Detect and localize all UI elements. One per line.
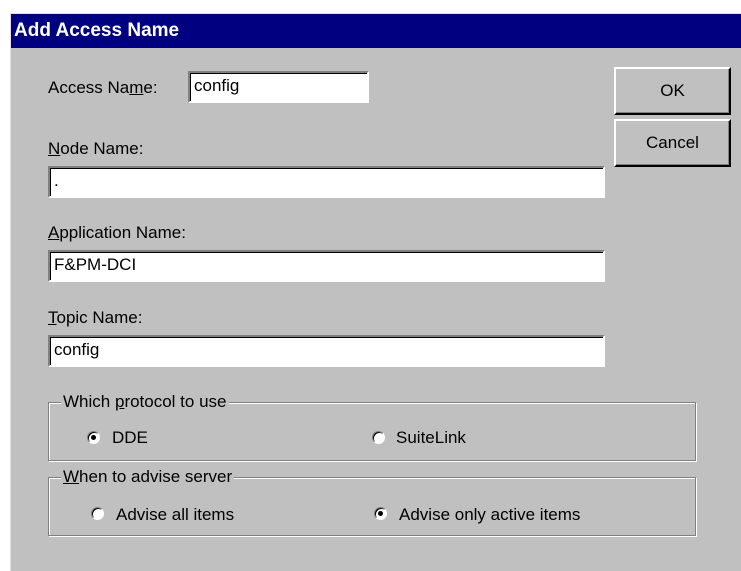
suitelink-radio[interactable] (372, 431, 385, 444)
advise-all-items-radio[interactable] (91, 507, 104, 520)
application-name-input[interactable]: F&PM-DCI (48, 250, 605, 282)
application-name-label: Application Name: (48, 223, 186, 242)
add-access-name-dialog: Add Access Name Access Name: config Node… (10, 13, 741, 571)
dde-radio[interactable] (87, 431, 100, 444)
dde-radio-label[interactable]: DDE (112, 428, 148, 448)
advise-active-items-label[interactable]: Advise only active items (399, 505, 580, 525)
ok-button[interactable]: OK (614, 67, 731, 115)
node-name-input[interactable]: . (48, 166, 605, 198)
radio-selected-dot (91, 435, 96, 440)
access-name-input[interactable]: config (188, 71, 369, 103)
radio-selected-dot (378, 511, 383, 516)
topic-name-input[interactable]: config (48, 335, 605, 367)
advise-all-items-label[interactable]: Advise all items (116, 505, 234, 525)
suitelink-radio-label[interactable]: SuiteLink (396, 428, 466, 448)
node-name-label: Node Name: (48, 139, 144, 158)
cancel-button[interactable]: Cancel (614, 119, 731, 167)
topic-name-label: Topic Name: (48, 308, 143, 327)
advise-active-items-radio[interactable] (374, 507, 387, 520)
advise-group-legend: When to advise server (61, 467, 235, 487)
dialog-title: Add Access Name (11, 14, 741, 48)
access-name-label: Access Name: (48, 78, 158, 97)
protocol-group-legend: Which protocol to use (61, 392, 229, 412)
